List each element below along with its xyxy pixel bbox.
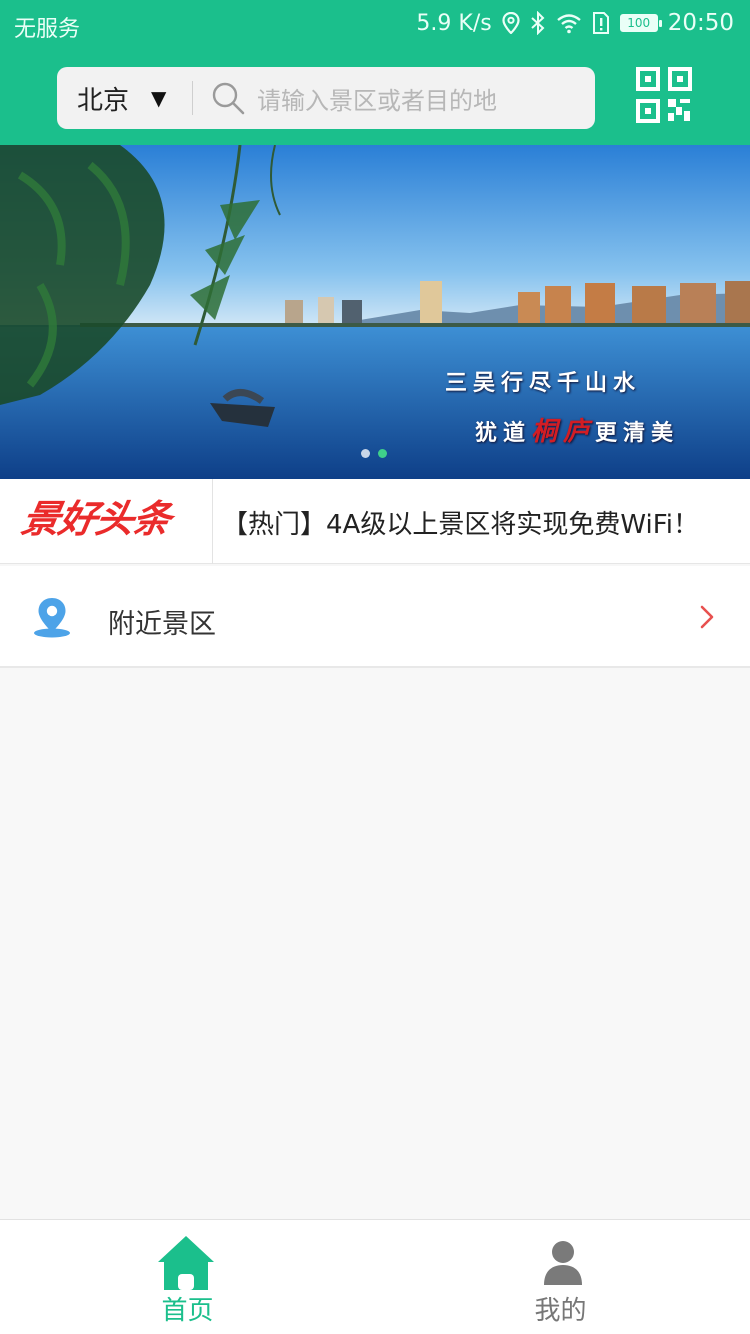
news-headline-bar[interactable]: 景好头条 【热门】4A级以上景区将实现免费WiFi！	[0, 479, 750, 564]
search-bar[interactable]: 北京 ▼ 请输入景区或者目的地	[57, 67, 595, 129]
bottom-tab-bar: 首页 我的	[0, 1219, 750, 1334]
tab-home[interactable]: 首页	[0, 1220, 375, 1334]
headline-logo: 景好头条	[18, 497, 174, 541]
status-right: 5.9 K/s 100 20:50	[416, 10, 734, 36]
caption-pre: 犹道	[475, 420, 532, 446]
banner-caption: 三吴行尽千山水 犹道桐庐更清美	[400, 365, 730, 448]
sim-alert-icon	[592, 12, 609, 34]
wifi-icon	[556, 14, 581, 34]
banner-caption-line2: 犹道桐庐更清美	[400, 411, 730, 448]
search-input[interactable]: 请输入景区或者目的地	[257, 81, 497, 116]
nearby-label: 附近景区	[108, 609, 216, 640]
city-label: 北京	[77, 85, 130, 116]
banner-carousel[interactable]: 三吴行尽千山水 犹道桐庐更清美	[0, 145, 750, 479]
tab-mine-label: 我的	[534, 1296, 587, 1326]
caret-down-icon: ▼	[151, 86, 167, 110]
headline-news-text[interactable]: 【热门】4A级以上景区将实现免费WiFi！	[222, 504, 699, 541]
tab-mine[interactable]: 我的	[375, 1220, 750, 1334]
chevron-right-icon[interactable]	[698, 604, 716, 630]
status-bar: 无服务 5.9 K/s 100 20:50	[0, 0, 750, 52]
content-area	[0, 670, 750, 1220]
caption-accent: 桐庐	[531, 417, 596, 447]
carousel-dot-2[interactable]	[378, 449, 387, 458]
nearby-scenic-row[interactable]: 附近景区	[0, 566, 750, 668]
clock: 20:50	[667, 10, 734, 36]
headline-divider	[212, 479, 213, 564]
city-selector[interactable]: 北京 ▼	[57, 67, 192, 129]
app-header: 无服务 5.9 K/s 100 20:50 北京 ▼ 请输入景区或者目的地	[0, 0, 750, 145]
tab-home-label: 首页	[161, 1296, 214, 1326]
location-pin-icon	[34, 598, 70, 638]
network-speed: 5.9 K/s	[416, 10, 492, 36]
user-icon	[544, 1241, 582, 1285]
home-icon	[158, 1236, 214, 1290]
caption-post: 更清美	[595, 420, 680, 446]
battery-indicator: 100	[619, 14, 662, 32]
carousel-dots	[361, 449, 387, 458]
carrier-status: 无服务	[14, 17, 81, 42]
banner-caption-line1: 三吴行尽千山水	[445, 370, 642, 396]
qr-code-icon[interactable]	[636, 67, 692, 123]
carousel-dot-1[interactable]	[361, 449, 370, 458]
search-divider	[192, 81, 193, 115]
location-status-icon	[502, 12, 520, 34]
search-icon	[212, 82, 245, 115]
bluetooth-icon	[531, 11, 545, 35]
